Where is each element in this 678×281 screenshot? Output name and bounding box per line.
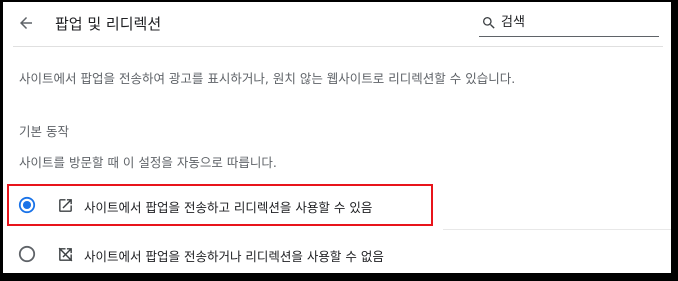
- page-header: 팝업 및 리디렉션: [3, 2, 671, 44]
- search-icon: [483, 17, 495, 29]
- radio-selected-icon[interactable]: [18, 196, 36, 214]
- option-label: 사이트에서 팝업을 전송하고 리디렉션을 사용할 수 있음: [84, 200, 373, 215]
- option-allow-popups[interactable]: 사이트에서 팝업을 전송하고 리디렉션을 사용할 수 있음: [3, 185, 671, 225]
- section-title: 기본 동작: [19, 124, 69, 139]
- settings-panel: 팝업 및 리디렉션 사이트에서 팝업을 전송하여 광고를 표시하거나, 원치 않…: [3, 2, 671, 273]
- option-label: 사이트에서 팝업을 전송하거나 리디렉션을 사용할 수 없음: [84, 249, 384, 264]
- option-divider: [443, 229, 671, 230]
- header-divider: [13, 46, 663, 47]
- open-in-new-icon: [59, 199, 72, 212]
- search-input[interactable]: [501, 12, 651, 32]
- back-button[interactable]: [13, 10, 39, 36]
- section-description: 사이트를 방문할 때 이 설정을 자동으로 따릅니다.: [19, 155, 277, 170]
- arrow-back-icon: [20, 17, 32, 29]
- open-in-new-off-icon: [58, 247, 73, 262]
- option-block-popups[interactable]: 사이트에서 팝업을 전송하거나 리디렉션을 사용할 수 없음: [3, 234, 671, 273]
- page-title: 팝업 및 리디렉션: [55, 15, 162, 33]
- page-description: 사이트에서 팝업을 전송하여 광고를 표시하거나, 원치 않는 웹사이트로 리디…: [19, 71, 516, 86]
- radio-unselected-icon[interactable]: [18, 245, 36, 263]
- search-box[interactable]: [479, 10, 659, 37]
